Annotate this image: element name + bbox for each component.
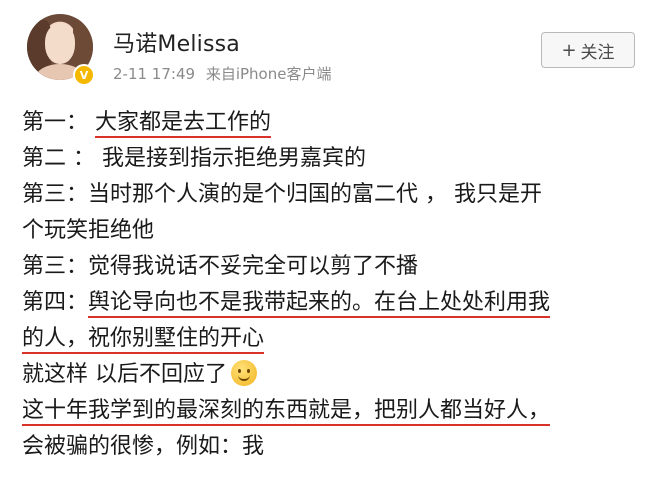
line-text: 个玩笑拒绝他 [22, 218, 155, 243]
line-text: 第二 ： 我是接到指示拒绝男嘉宾的 [22, 146, 366, 171]
post-time: 2-11 17:49 [113, 65, 196, 83]
post-body: 第一： 大家都是去工作的 第二 ： 我是接到指示拒绝男嘉宾的 第三：当时那个人演… [22, 105, 647, 465]
post-line: 第一： 大家都是去工作的 [22, 105, 647, 141]
post-line: 就这样 以后不回应了 [22, 357, 647, 393]
post-line: 第四：舆论导向也不是我带起来的。在台上处处利用我 [22, 285, 647, 321]
avatar-face [45, 24, 75, 64]
post-line: 个玩笑拒绝他 [22, 213, 647, 249]
post-line: 第三：觉得我说话不妥完全可以剪了不播 [22, 249, 647, 285]
underlined-text: 这十年我学到的最深刻的东西就是，把别人都当好人， [22, 398, 551, 426]
underlined-text: 舆论导向也不是我带起来的。在台上处处利用我 [88, 290, 551, 318]
line-text: 第三：当时那个人演的是个归国的富二代 ， 我只是开 [22, 182, 542, 207]
follow-label: 关注 [580, 42, 615, 63]
underlined-text: 大家都是去工作的 [95, 110, 272, 138]
line-text: 就这样 以后不回应了 [22, 362, 227, 387]
post-line: 第二 ： 我是接到指示拒绝男嘉宾的 [22, 141, 647, 177]
underlined-text: 的人，祝你别墅住的开心 [22, 326, 265, 354]
line-text: 第一： [22, 110, 95, 135]
line-text: 第四： [22, 290, 89, 315]
line-text: 会被骗的很惨，例如：我 [22, 434, 265, 459]
author-name[interactable]: 马诺Melissa [113, 26, 240, 58]
post-line: 第三：当时那个人演的是个归国的富二代 ， 我只是开 [22, 177, 647, 213]
post-line: 会被骗的很惨，例如：我 [22, 429, 647, 465]
post-line: 的人，祝你别墅住的开心 [22, 321, 647, 357]
post-line: 这十年我学到的最深刻的东西就是，把别人都当好人， [22, 393, 647, 429]
line-text: 第三：觉得我说话不妥完全可以剪了不播 [22, 254, 419, 279]
post-source[interactable]: 来自iPhone客户端 [206, 65, 332, 83]
follow-button[interactable]: + 关注 [541, 32, 635, 68]
plus-icon: + [561, 39, 577, 61]
verified-badge-icon: V [73, 64, 95, 86]
post-meta: 2-11 17:49 来自iPhone客户端 [113, 63, 331, 84]
smiley-icon [231, 360, 257, 386]
